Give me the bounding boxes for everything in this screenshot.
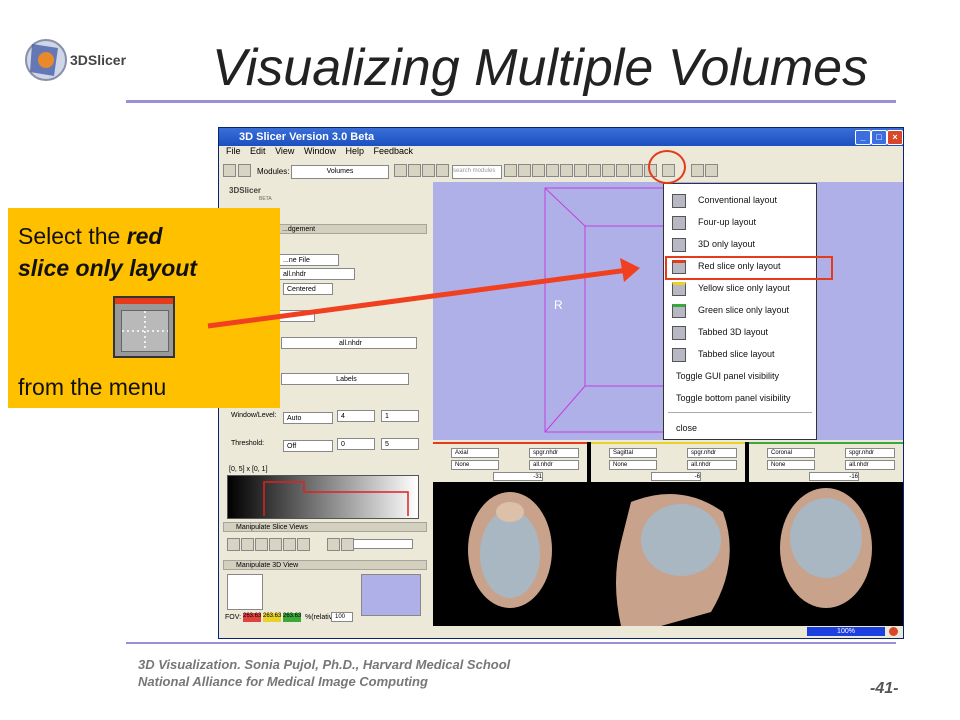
pointer-arrow [207, 258, 640, 329]
page-number: -41- [870, 680, 899, 697]
footer-rule [126, 642, 896, 644]
footer-credits: 3D Visualization. Sonia Pujol, Ph.D., Ha… [138, 657, 511, 689]
